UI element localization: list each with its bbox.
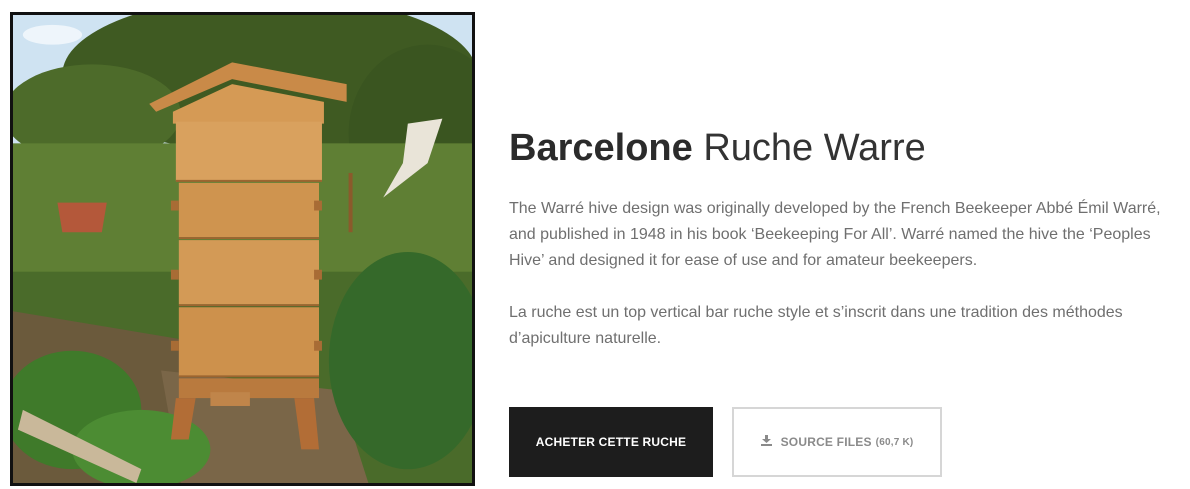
description-paragraph: The Warré hive design was originally dev… [509,200,1161,269]
buy-hive-button[interactable]: ACHETER CETTE RUCHE [509,407,713,477]
title-rest: Ruche Warre [703,127,926,169]
title-strong: Barcelone [509,127,693,169]
source-files-size: (60,7 K) [875,436,914,448]
source-files-button[interactable]: SOURCE FILES (60,7 K) [732,407,942,477]
source-files-label: SOURCE FILES [780,435,872,449]
download-icon [760,435,772,449]
product-photo [10,12,475,486]
product-description: The Warré hive design was originally dev… [509,196,1181,378]
buy-button-label: ACHETER CETTE RUCHE [535,435,687,449]
hive-photo-illustration [13,15,472,483]
description-paragraph: La ruche est un top vertical bar ruche s… [509,304,1123,347]
product-title: Barcelone Ruche Warre [509,126,926,170]
